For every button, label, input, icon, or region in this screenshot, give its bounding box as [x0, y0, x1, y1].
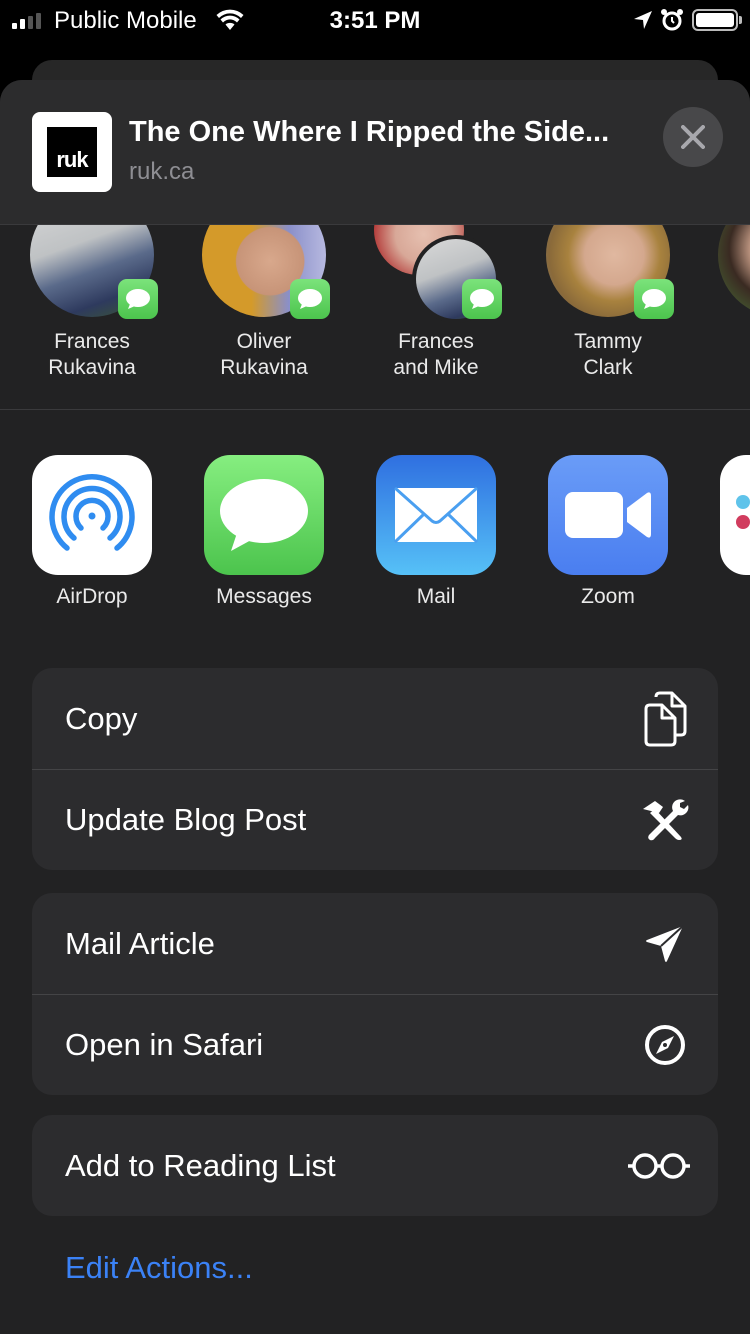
glasses-icon	[628, 1141, 690, 1191]
site-icon-text: ruk	[47, 127, 97, 177]
status-bar: Public Mobile 3:51 PM	[0, 0, 750, 42]
share-sheet: ruk The One Where I Ripped the Side... r…	[0, 80, 750, 1334]
action-label: Copy	[65, 700, 138, 736]
action-group-2: Mail Article Open in Safari	[32, 893, 718, 1095]
compass-icon	[640, 1020, 690, 1070]
paper-plane-icon	[640, 919, 690, 969]
avatar	[718, 225, 750, 317]
page-title: The One Where I Ripped the Side...	[129, 116, 610, 148]
apps-row[interactable]: AirDrop Messages Mail Zoom	[0, 410, 750, 620]
page-domain: ruk.ca	[129, 158, 195, 185]
mail-icon	[376, 455, 496, 575]
alarm-icon	[660, 8, 684, 37]
action-group-3: Add to Reading List	[32, 1115, 718, 1216]
action-copy[interactable]: Copy	[32, 668, 718, 769]
person-name: Frances and Mike	[393, 330, 479, 379]
app-label: Zoom	[581, 585, 635, 608]
person-name: Frances Rukavina	[48, 330, 136, 379]
app-label: AirDrop	[56, 585, 128, 608]
battery-tip	[739, 16, 742, 24]
messages-badge-icon	[290, 279, 330, 319]
location-arrow-icon	[633, 10, 653, 35]
messages-badge-icon	[634, 279, 674, 319]
action-add-to-reading-list[interactable]: Add to Reading List	[32, 1115, 718, 1216]
action-label: Add to Reading List	[65, 1147, 336, 1183]
person-name: Tammy Clark	[574, 330, 642, 379]
hammer-wrench-icon	[640, 795, 690, 845]
action-label: Mail Article	[65, 925, 215, 961]
action-mail-article[interactable]: Mail Article	[32, 893, 718, 994]
zoom-icon	[548, 455, 668, 575]
action-label: Open in Safari	[65, 1027, 264, 1062]
copy-icon	[640, 691, 690, 746]
share-header: ruk The One Where I Ripped the Side... r…	[0, 80, 750, 225]
action-group-1: Copy Update Blog Post	[32, 668, 718, 870]
person-name: Tar	[688, 329, 750, 381]
people-suggestions-row[interactable]: Frances Rukavina Oliver Rukavina Frances an…	[0, 225, 750, 410]
action-update-blog-post[interactable]: Update Blog Post	[32, 769, 718, 870]
site-icon: ruk	[32, 112, 112, 192]
messages-badge-icon	[118, 279, 158, 319]
close-button[interactable]	[663, 107, 723, 167]
action-label: Update Blog Post	[65, 802, 307, 837]
app-label: Messages	[216, 585, 312, 608]
battery-icon	[692, 9, 738, 31]
action-open-in-safari[interactable]: Open in Safari	[32, 994, 718, 1095]
person-name: Oliver Rukavina	[220, 330, 308, 379]
app-label: Mail	[416, 585, 456, 608]
airdrop-icon	[32, 455, 152, 575]
messages-icon	[204, 455, 324, 575]
messages-badge-icon	[462, 279, 502, 319]
close-icon	[681, 125, 705, 149]
slack-icon	[720, 455, 750, 575]
edit-actions-link[interactable]: Edit Actions...	[65, 1250, 253, 1286]
